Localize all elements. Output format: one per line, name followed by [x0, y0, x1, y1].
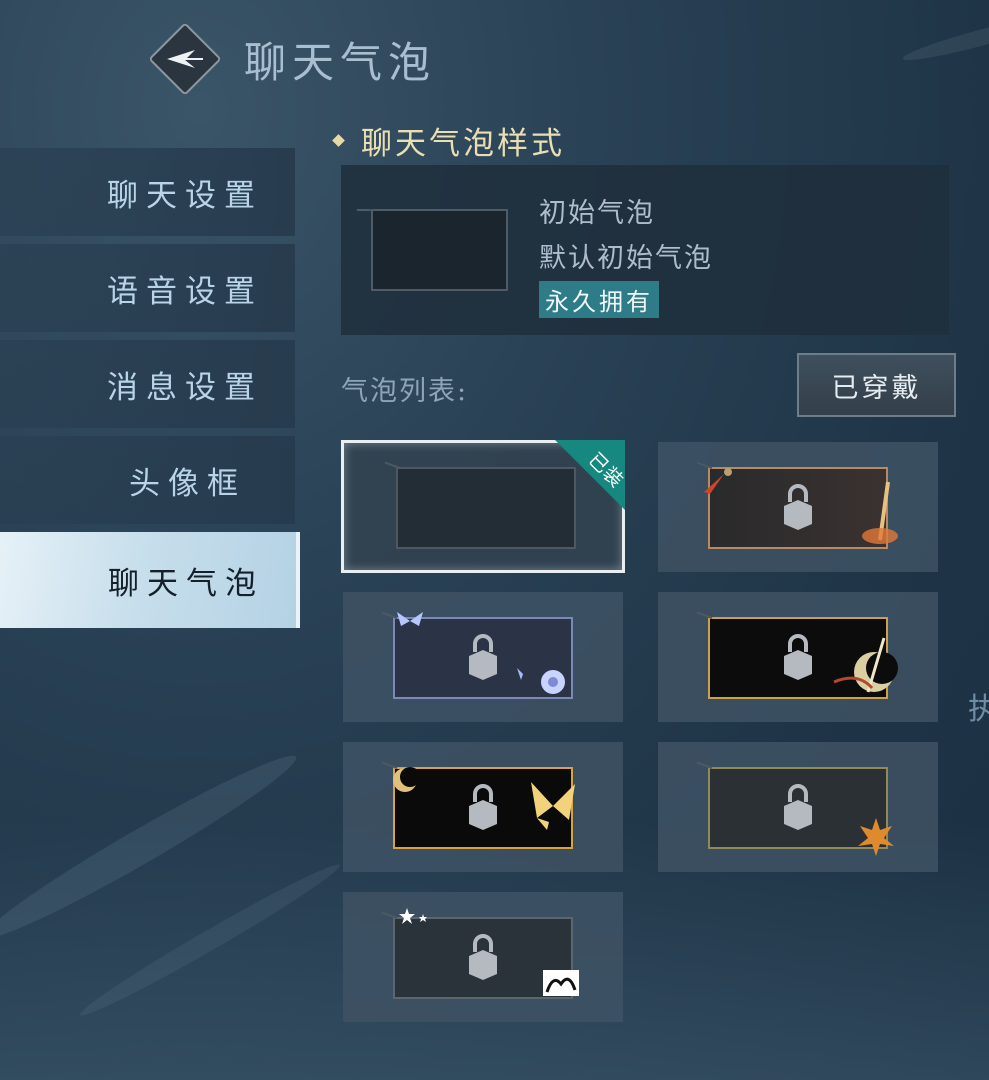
golden-butterfly-icon: [531, 782, 575, 830]
lock-icon: [469, 634, 497, 680]
bubble-tile-sword[interactable]: [658, 442, 938, 572]
lock-icon: [784, 784, 812, 830]
bubble-tile-butterfly[interactable]: [343, 592, 623, 722]
equipped-button-label: 已穿戴: [831, 372, 922, 404]
bubble-preview-card: 初始气泡 默认初始气泡 永久拥有: [341, 165, 949, 335]
bubble-thumbnail: [396, 467, 576, 549]
diamond-bullet-icon: [332, 134, 345, 147]
page-header: 聊天气泡: [150, 24, 436, 94]
sidebar-item-label: 聊天设置: [107, 177, 263, 214]
lock-icon: [784, 634, 812, 680]
bubble-tile-default[interactable]: 已装: [341, 440, 625, 573]
back-button[interactable]: [150, 24, 220, 94]
sidebar-item-chat-settings[interactable]: 聊天设置: [0, 148, 295, 236]
bubble-description: 默认初始气泡: [539, 243, 713, 274]
bubble-preview-info: 初始气泡 默认初始气泡 永久拥有: [539, 191, 713, 318]
section-heading: 聊天气泡样式: [332, 118, 565, 163]
bubble-name: 初始气泡: [539, 198, 655, 229]
equipped-button[interactable]: 已穿戴: [797, 353, 956, 417]
sidebar-item-voice-settings[interactable]: 语音设置: [0, 244, 295, 332]
bubble-preview-image: [371, 209, 508, 291]
ink-cat-icon: [543, 970, 579, 996]
sidebar-item-message-settings[interactable]: 消息设置: [0, 340, 295, 428]
sidebar-item-avatar-frame[interactable]: 头像框: [0, 436, 295, 524]
equipped-tag-label: 已装: [584, 448, 625, 493]
sidebar-item-label: 语音设置: [107, 273, 263, 310]
maple-leaf-icon: [858, 818, 894, 856]
lock-icon: [784, 484, 812, 530]
sidebar-item-label: 聊天气泡: [108, 565, 264, 602]
moon-blade-icon: [833, 637, 898, 693]
tassel-icon: [704, 468, 732, 494]
sidebar-item-label: 头像框: [129, 465, 246, 502]
section-title: 聊天气泡样式: [361, 126, 565, 162]
sidebar: 聊天设置 语音设置 消息设置 头像框 聊天气泡: [0, 148, 300, 636]
page-title: 聊天气泡: [244, 37, 437, 87]
bubble-tile-maple[interactable]: [658, 742, 938, 872]
bubble-tile-golden-butterfly[interactable]: [343, 742, 623, 872]
sidebar-item-label: 消息设置: [107, 369, 263, 406]
crescent-icon: [393, 767, 420, 792]
bubble-tile-moon-blade[interactable]: [658, 592, 938, 722]
back-arrow-icon: [167, 50, 203, 68]
ownership-badge: 永久拥有: [539, 281, 659, 318]
background-streak: [900, 9, 989, 67]
sword-icon: [862, 481, 898, 544]
equipped-tag: 已装: [555, 440, 625, 510]
lock-icon: [469, 784, 497, 830]
butterfly-icon: [397, 612, 423, 626]
star-icon: [399, 908, 427, 924]
offscreen-text-fragment: 执: [968, 692, 989, 727]
bubble-list-label: 气泡列表:: [341, 376, 469, 407]
flower-icon: [517, 668, 565, 694]
lock-icon: [469, 934, 497, 980]
sidebar-item-chat-bubble[interactable]: 聊天气泡: [0, 532, 300, 628]
bubble-tile-stars[interactable]: [343, 892, 623, 1022]
